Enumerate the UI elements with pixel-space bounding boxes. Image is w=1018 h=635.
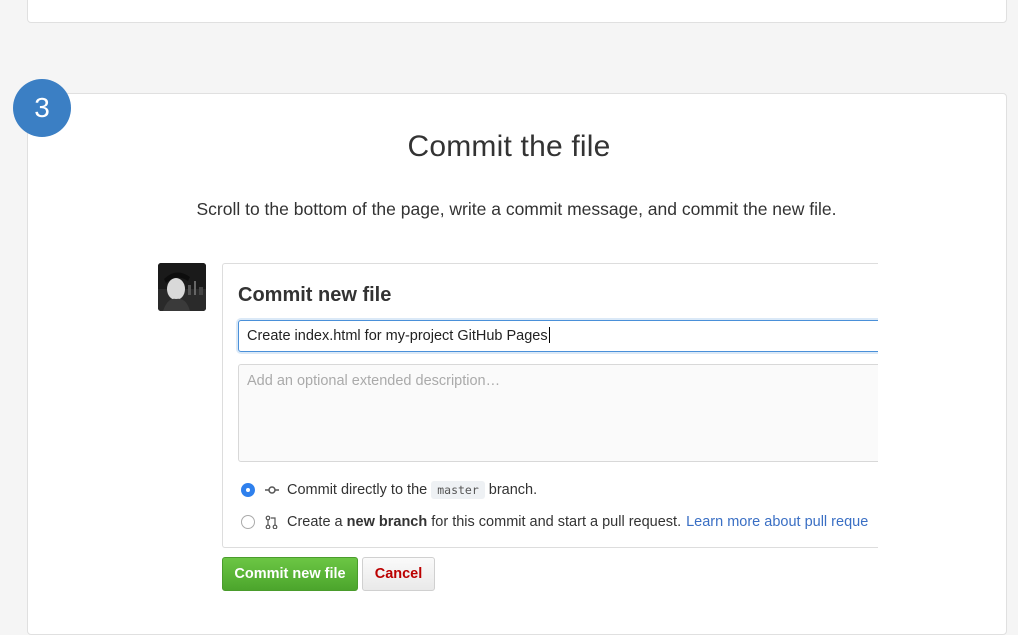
commit-description-placeholder: Add an optional extended description… xyxy=(247,373,501,389)
commit-new-file-button[interactable]: Commit new file xyxy=(222,557,358,591)
step-description: Scroll to the bottom of the page, write … xyxy=(196,199,837,219)
text-caret xyxy=(548,327,550,343)
commit-direct-text: Commit directly to the xyxy=(287,482,428,498)
commit-direct-radio[interactable] xyxy=(241,483,255,497)
new-branch-bold: new branch xyxy=(346,514,428,530)
new-branch-suffix: for this commit and start a pull request… xyxy=(431,514,682,530)
commit-form: Commit new file Create index.html for my… xyxy=(222,263,878,548)
new-branch-radio[interactable] xyxy=(241,515,255,529)
step-title: Commit the file xyxy=(407,130,611,163)
branch-name-chip: master xyxy=(431,481,485,499)
new-branch-option[interactable]: Create a new branch for this commit and … xyxy=(241,512,868,532)
step-number-badge: 3 xyxy=(13,79,71,137)
commit-form-pointer xyxy=(223,274,234,297)
commit-direct-suffix: branch. xyxy=(488,482,538,498)
commit-form-heading: Commit new file xyxy=(238,284,392,306)
pull-request-help-link[interactable]: Learn more about pull reque xyxy=(686,514,868,530)
commit-summary-input[interactable]: Create index.html for my-project GitHub … xyxy=(238,320,878,352)
commit-description-textarea[interactable]: Add an optional extended description… xyxy=(238,364,878,462)
git-pull-request-icon xyxy=(265,515,278,529)
git-commit-icon xyxy=(265,486,279,494)
cancel-button[interactable]: Cancel xyxy=(362,557,435,591)
commit-summary-value: Create index.html for my-project GitHub … xyxy=(247,328,548,344)
user-avatar xyxy=(158,263,206,311)
new-branch-prefix: Create a xyxy=(287,514,343,530)
commit-direct-option[interactable]: Commit directly to the master branch. xyxy=(241,480,537,500)
previous-step-card xyxy=(27,0,1007,23)
